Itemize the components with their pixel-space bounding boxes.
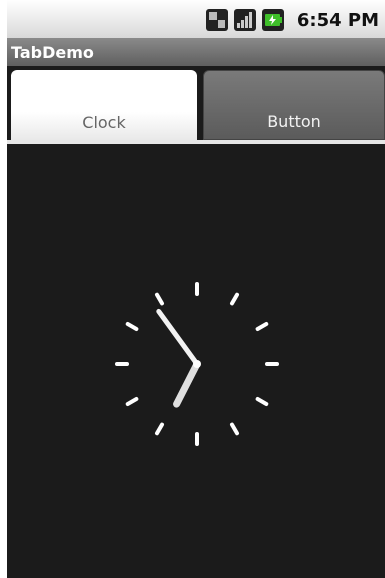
clock-hour-hand — [173, 360, 201, 408]
tab-button-label: Button — [267, 112, 321, 131]
status-bar: 6:54 PM — [7, 0, 385, 39]
analog-clock — [115, 282, 279, 446]
clock-tick — [155, 292, 164, 306]
device-screen: 6:54 PM TabDemo Clock Button — [7, 0, 385, 578]
clock-tick — [125, 397, 139, 406]
usb-debug-icon — [205, 9, 228, 31]
clock-tick — [125, 322, 139, 331]
tab-widget: Clock Button — [7, 66, 385, 144]
tab-clock[interactable]: Clock — [11, 70, 197, 140]
tab-content — [7, 144, 385, 578]
clock-tick — [255, 322, 269, 331]
signal-strength-icon — [233, 9, 256, 31]
clock-pivot — [193, 360, 201, 368]
clock-tick — [155, 422, 164, 436]
clock-tick — [230, 422, 239, 436]
battery-charging-icon — [261, 9, 284, 31]
tab-clock-label: Clock — [82, 113, 126, 132]
status-time: 6:54 PM — [296, 9, 379, 31]
title-bar: TabDemo — [7, 38, 385, 66]
clock-minute-hand — [156, 308, 200, 367]
tab-button[interactable]: Button — [203, 70, 385, 140]
clock-tick — [255, 397, 269, 406]
clock-tick — [230, 292, 239, 306]
app-title: TabDemo — [11, 43, 94, 62]
